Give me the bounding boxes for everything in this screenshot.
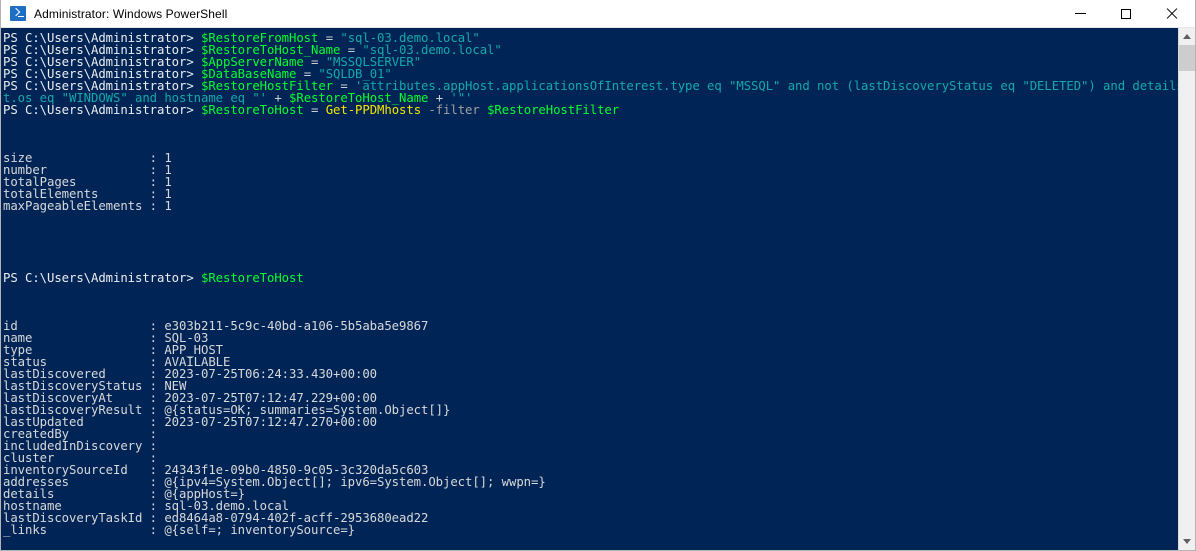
property-separator: : [149, 523, 165, 537]
property-separator: : [149, 199, 165, 213]
minimize-button[interactable] [1057, 0, 1103, 27]
powershell-window: Administrator: Windows PowerShell PS C:\… [0, 0, 1196, 551]
host-property-row: includedInDiscovery : [3, 440, 1178, 452]
powershell-icon [10, 6, 26, 21]
minimize-icon [1074, 13, 1086, 14]
close-icon [1166, 8, 1178, 20]
page-info-row: size : 1 [3, 152, 1178, 164]
window-title: Administrator: Windows PowerShell [34, 6, 228, 21]
console-area: PS C:\Users\Administrator> $RestoreFromH… [1, 28, 1195, 550]
page-info-row: totalPages : 1 [3, 176, 1178, 188]
console-output[interactable]: PS C:\Users\Administrator> $RestoreFromH… [1, 28, 1178, 550]
variable-token: $RestoreToHost [201, 271, 304, 285]
scroll-down-arrow-icon [1183, 539, 1191, 544]
property-value: 2023-07-25T07:12:47.270+00:00 [164, 415, 378, 429]
maximize-icon [1121, 8, 1131, 19]
host-property-row: createdBy : [3, 428, 1178, 440]
vertical-scrollbar[interactable] [1178, 28, 1195, 550]
title-bar[interactable]: Administrator: Windows PowerShell [1, 0, 1195, 28]
prompt-text: PS C:\Users\Administrator> [3, 271, 194, 285]
operator-token: = [303, 103, 326, 117]
close-button[interactable] [1149, 0, 1195, 27]
page-info-row: totalElements : 1 [3, 188, 1178, 200]
property-key: maxPageableElements [3, 199, 150, 213]
argument-token: $RestoreHostFilter [487, 103, 620, 117]
page-info-row: number : 1 [3, 164, 1178, 176]
property-value: 2023-07-25T06:24:33.430+00:00 [164, 367, 378, 381]
scroll-up-arrow-icon [1183, 34, 1191, 39]
window-controls [1057, 0, 1195, 27]
scrollbar-track[interactable] [1179, 45, 1195, 533]
maximize-button[interactable] [1103, 0, 1149, 27]
property-value: @{self=; inventorySource=} [164, 523, 356, 537]
prompt-text: PS C:\Users\Administrator> [3, 103, 194, 117]
variable-token: $RestoreToHost [201, 103, 304, 117]
host-object-block: id : e303b211-5c9c-40bd-a106-5b5aba5e986… [3, 320, 1178, 536]
host-property-row: _links : @{self=; inventorySource=} [3, 524, 1178, 536]
command-line-7: PS C:\Users\Administrator> $RestoreToHos… [3, 272, 1178, 284]
cmdlet-token: Get-PPDMhosts [325, 103, 422, 117]
page-info-row: maxPageableElements : 1 [3, 200, 1178, 212]
scroll-down-button[interactable] [1179, 533, 1195, 550]
host-property-row: lastUpdated : 2023-07-25T07:12:47.270+00… [3, 416, 1178, 428]
parameter-token: -filter [421, 103, 488, 117]
command-line-6: PS C:\Users\Administrator> $RestoreToHos… [3, 104, 1178, 116]
property-key: _links [3, 523, 150, 537]
page-info-block: size : 1 number : 1 totalPages : 1 totalEle… [3, 152, 1178, 212]
scrollbar-thumb[interactable] [1179, 45, 1195, 71]
property-value: 1 [164, 199, 172, 213]
string-token: 'attributes.appHost.applicationsOfIntere… [355, 79, 1178, 93]
scroll-up-button[interactable] [1179, 28, 1195, 45]
